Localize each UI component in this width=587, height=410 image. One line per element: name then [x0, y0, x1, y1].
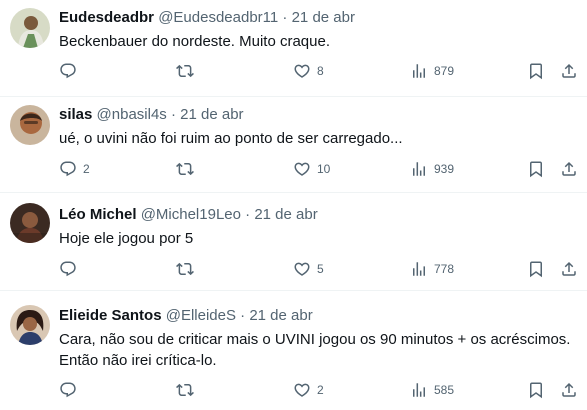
- views-icon: [410, 160, 428, 178]
- share-icon: [560, 160, 578, 178]
- username[interactable]: @ElleideS: [166, 307, 236, 324]
- views-button[interactable]: 778: [410, 260, 454, 278]
- reply-feed: Eudesdeadbr @Eudesdeadbr11 · 21 de abr B…: [0, 0, 587, 410]
- action-bar: 2 585: [0, 381, 587, 401]
- timestamp[interactable]: 21 de abr: [249, 307, 312, 324]
- tweet[interactable]: Léo Michel @Michel19Leo · 21 de abr Hoje…: [0, 193, 587, 291]
- retweet-button[interactable]: [176, 260, 200, 278]
- like-count: 2: [317, 383, 324, 397]
- heart-icon: [293, 160, 311, 178]
- heart-icon: [293, 260, 311, 278]
- retweet-icon: [176, 260, 194, 278]
- avatar[interactable]: [10, 305, 50, 345]
- reply-icon: [59, 260, 77, 278]
- retweet-button[interactable]: [176, 160, 200, 178]
- like-button[interactable]: 2: [293, 381, 324, 399]
- bookmark-button[interactable]: [527, 160, 545, 178]
- views-icon: [410, 260, 428, 278]
- reply-button[interactable]: [59, 62, 83, 80]
- share-icon: [560, 381, 578, 399]
- avatar[interactable]: [10, 8, 50, 48]
- bookmark-icon: [527, 160, 545, 178]
- timestamp[interactable]: 21 de abr: [254, 206, 317, 223]
- separator: ·: [282, 9, 288, 26]
- view-count: 585: [434, 383, 455, 397]
- view-count: 879: [434, 64, 455, 78]
- timestamp[interactable]: 21 de abr: [180, 106, 243, 123]
- retweet-icon: [176, 381, 194, 399]
- bookmark-button[interactable]: [527, 62, 545, 80]
- views-icon: [410, 62, 428, 80]
- share-icon: [560, 260, 578, 278]
- avatar[interactable]: [10, 105, 50, 145]
- username[interactable]: @Michel19Leo: [141, 206, 241, 223]
- tweet-text-line: ué, o uvini não foi ruim ao ponto de ser…: [59, 130, 403, 147]
- reply-button[interactable]: [59, 260, 83, 278]
- like-count: 10: [317, 162, 331, 176]
- like-count: 5: [317, 262, 324, 276]
- display-name[interactable]: Elieide Santos: [59, 307, 162, 324]
- tweet[interactable]: Eudesdeadbr @Eudesdeadbr11 · 21 de abr B…: [0, 0, 587, 97]
- bookmark-icon: [527, 381, 545, 399]
- tweet-text-line: Cara, não sou de criticar mais o UVINI j…: [59, 331, 571, 348]
- tweet[interactable]: silas @nbasil4s · 21 de abr ué, o uvini …: [0, 97, 587, 193]
- bookmark-icon: [527, 62, 545, 80]
- reply-icon: [59, 160, 77, 178]
- display-name[interactable]: silas: [59, 106, 92, 123]
- heart-icon: [293, 381, 311, 399]
- bookmark-icon: [527, 260, 545, 278]
- like-count: 8: [317, 64, 324, 78]
- tweet-text: ué, o uvini não foi ruim ao ponto de ser…: [59, 128, 579, 149]
- tweet-text-line: Hoje ele jogou por 5: [59, 230, 194, 247]
- reply-icon: [59, 62, 77, 80]
- separator: ·: [245, 206, 251, 223]
- share-button[interactable]: [560, 381, 578, 399]
- reply-button[interactable]: 2: [59, 160, 90, 178]
- share-button[interactable]: [560, 160, 578, 178]
- username[interactable]: @nbasil4s: [97, 106, 167, 123]
- retweet-button[interactable]: [176, 381, 200, 399]
- display-name[interactable]: Léo Michel: [59, 206, 137, 223]
- tweet-text: Cara, não sou de criticar mais o UVINI j…: [59, 329, 579, 371]
- action-bar: 2 10 939: [0, 160, 587, 180]
- share-button[interactable]: [560, 62, 578, 80]
- separator: ·: [170, 106, 176, 123]
- retweet-button[interactable]: [176, 62, 200, 80]
- like-button[interactable]: 5: [293, 260, 324, 278]
- tweet-text: Hoje ele jogou por 5: [59, 228, 579, 249]
- heart-icon: [293, 62, 311, 80]
- action-bar: 8 879: [0, 62, 587, 82]
- separator: ·: [240, 307, 246, 324]
- share-icon: [560, 62, 578, 80]
- retweet-icon: [176, 62, 194, 80]
- display-name[interactable]: Eudesdeadbr: [59, 9, 154, 26]
- views-button[interactable]: 939: [410, 160, 454, 178]
- like-button[interactable]: 8: [293, 62, 324, 80]
- reply-button[interactable]: [59, 381, 83, 399]
- reply-count: 2: [83, 162, 90, 176]
- timestamp[interactable]: 21 de abr: [292, 9, 355, 26]
- avatar[interactable]: [10, 203, 50, 243]
- views-button[interactable]: 879: [410, 62, 454, 80]
- reply-icon: [59, 381, 77, 399]
- tweet-text-line: Beckenbauer do nordeste. Muito craque.: [59, 33, 331, 50]
- views-icon: [410, 381, 428, 399]
- view-count: 939: [434, 162, 455, 176]
- bookmark-button[interactable]: [527, 381, 545, 399]
- tweet-text-line: Então não irei crítica-lo.: [59, 352, 217, 369]
- tweet-text: Beckenbauer do nordeste. Muito craque.: [59, 31, 579, 52]
- like-button[interactable]: 10: [293, 160, 330, 178]
- action-bar: 5 778: [0, 260, 587, 280]
- bookmark-button[interactable]: [527, 260, 545, 278]
- view-count: 778: [434, 262, 455, 276]
- tweet[interactable]: Elieide Santos @ElleideS · 21 de abr Car…: [0, 291, 587, 410]
- retweet-icon: [176, 160, 194, 178]
- share-button[interactable]: [560, 260, 578, 278]
- username[interactable]: @Eudesdeadbr11: [158, 9, 278, 26]
- views-button[interactable]: 585: [410, 381, 454, 399]
